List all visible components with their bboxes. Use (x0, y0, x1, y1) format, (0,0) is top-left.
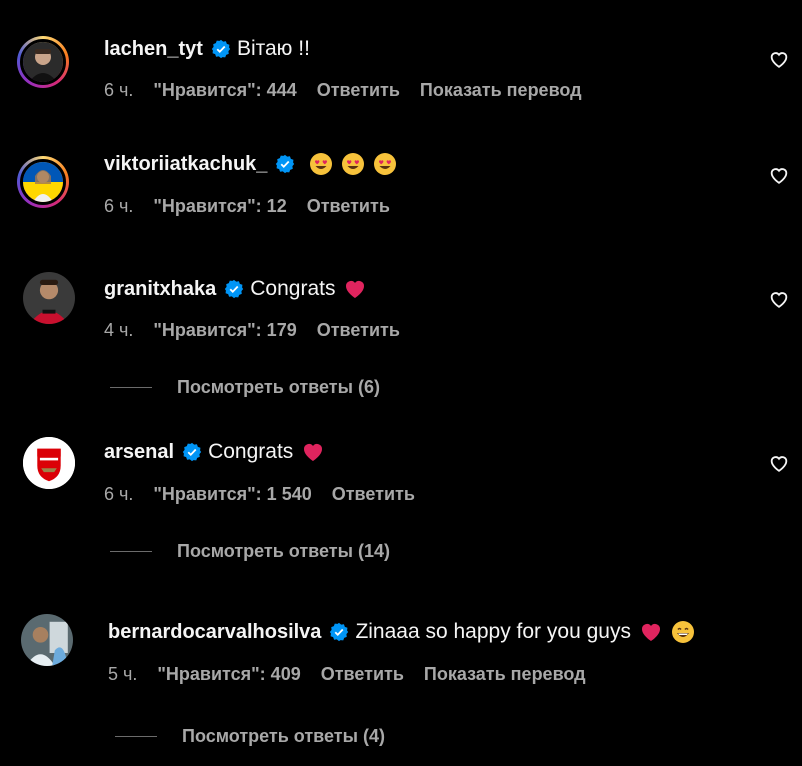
arsenal-crest-icon (23, 437, 75, 489)
username[interactable]: granitxhaka (104, 278, 216, 301)
avatar-image (23, 272, 75, 324)
avatar[interactable] (23, 272, 75, 324)
reply-button[interactable]: Ответить (317, 80, 400, 101)
likes-count[interactable]: "Нравится": 409 (157, 664, 300, 685)
avatar-image (23, 42, 63, 82)
avatar[interactable] (21, 614, 73, 666)
comment-text: Congrats (250, 277, 336, 300)
reply-button[interactable]: Ответить (317, 320, 400, 341)
reply-button[interactable]: Ответить (307, 196, 390, 217)
heart-eyes-emoji-icon (373, 152, 397, 176)
show-translation-button[interactable]: Показать перевод (420, 80, 582, 101)
red-heart-emoji-icon (301, 440, 325, 464)
verified-badge-icon (329, 622, 349, 642)
view-replies-label: Посмотреть ответы (4) (182, 726, 385, 746)
like-heart-icon[interactable] (768, 288, 790, 310)
comment-text: Congrats (208, 440, 294, 463)
timestamp: 6 ч. (104, 196, 134, 216)
reply-button[interactable]: Ответить (321, 664, 404, 685)
verified-badge-icon (275, 154, 295, 174)
avatar[interactable] (17, 156, 69, 208)
username[interactable]: viktoriiatkachuk_ (104, 153, 267, 176)
avatar-image (21, 614, 73, 666)
verified-badge-icon (224, 279, 244, 299)
like-heart-icon[interactable] (768, 164, 790, 186)
verified-badge-icon (211, 39, 231, 59)
view-replies-label: Посмотреть ответы (6) (177, 377, 380, 397)
avatar[interactable] (23, 437, 75, 489)
likes-count[interactable]: "Нравится": 1 540 (153, 484, 311, 505)
username[interactable]: lachen_tyt (104, 38, 203, 61)
avatar-image (23, 162, 63, 202)
timestamp: 6 ч. (104, 484, 134, 504)
replies-divider (110, 551, 152, 552)
show-translation-button[interactable]: Показать перевод (424, 664, 586, 685)
replies-divider (115, 736, 157, 737)
likes-count[interactable]: "Нравится": 179 (153, 320, 296, 341)
heart-eyes-emoji-icon (341, 152, 365, 176)
view-replies-button[interactable]: Посмотреть ответы (4) (115, 726, 385, 747)
timestamp: 5 ч. (108, 664, 138, 684)
replies-divider (110, 387, 152, 388)
heart-eyes-emoji-icon (309, 152, 333, 176)
view-replies-button[interactable]: Посмотреть ответы (6) (110, 377, 380, 398)
comment-text: Zinaaa so happy for you guys (355, 620, 631, 643)
view-replies-button[interactable]: Посмотреть ответы (14) (110, 541, 390, 562)
username[interactable]: arsenal (104, 441, 174, 464)
grinning-emoji-icon (671, 620, 695, 644)
view-replies-label: Посмотреть ответы (14) (177, 541, 390, 561)
like-heart-icon[interactable] (768, 48, 790, 70)
comment-text: Вітаю !! (236, 37, 310, 60)
timestamp: 4 ч. (104, 320, 134, 340)
username[interactable]: bernardocarvalhosilva (108, 621, 321, 644)
red-heart-emoji-icon (343, 277, 367, 301)
likes-count[interactable]: "Нравится": 12 (153, 196, 286, 217)
timestamp: 6 ч. (104, 80, 134, 100)
red-heart-emoji-icon (639, 620, 663, 644)
reply-button[interactable]: Ответить (332, 484, 415, 505)
likes-count[interactable]: "Нравится": 444 (153, 80, 296, 101)
verified-badge-icon (182, 442, 202, 462)
avatar[interactable] (17, 36, 69, 88)
like-heart-icon[interactable] (768, 452, 790, 474)
